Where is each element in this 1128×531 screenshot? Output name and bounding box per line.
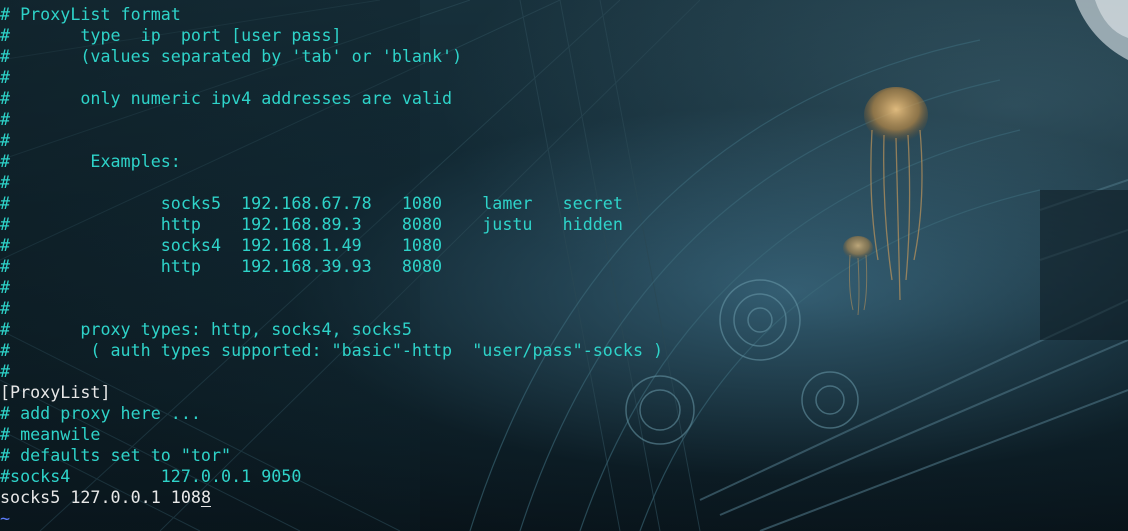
comment-line: #: [0, 172, 11, 192]
comment-line: # add proxy here ...: [0, 403, 201, 423]
comment-line: #: [0, 361, 11, 381]
comment-line: #: [0, 277, 11, 297]
jellyfish-large: [864, 87, 928, 301]
comment-line: #socks4 127.0.0.1 9050: [0, 466, 302, 486]
terminal-window[interactable]: # ProxyList format # type ip port [user p…: [0, 0, 1128, 531]
jellyfish-small: [843, 236, 873, 316]
comment-line: # type ip port [user pass]: [0, 25, 342, 45]
comment-line: # socks4 192.168.1.49 1080: [0, 235, 443, 255]
section-header-line: [ProxyList]: [0, 382, 111, 402]
comment-line: # (values separated by 'tab' or 'blank'): [0, 46, 463, 66]
current-line-text: socks5 127.0.0.1 108: [0, 487, 201, 507]
comment-line: # socks5 192.168.67.78 1080 lamer secret: [0, 193, 623, 213]
text-cursor: 8: [200, 487, 211, 507]
comment-line: # proxy types: http, socks4, socks5: [0, 319, 412, 339]
comment-line: #: [0, 130, 11, 150]
comment-line: #: [0, 109, 11, 129]
comment-line: # defaults set to "tor": [0, 445, 232, 465]
comment-line: # Examples:: [0, 151, 181, 171]
editor-buffer[interactable]: # ProxyList format # type ip port [user p…: [0, 4, 663, 529]
comment-line: #: [0, 298, 11, 318]
comment-line: # http 192.168.89.3 8080 justu hidden: [0, 214, 623, 234]
comment-line: #: [0, 67, 11, 87]
comment-line: # ProxyList format: [0, 4, 181, 24]
comment-line: # ( auth types supported: "basic"-http "…: [0, 340, 664, 360]
comment-line: # only numeric ipv4 addresses are valid: [0, 88, 453, 108]
empty-line-marker: ~: [0, 508, 11, 528]
current-line[interactable]: socks5 127.0.0.1 1088: [0, 487, 663, 508]
comment-line: # meanwile: [0, 424, 101, 444]
comment-line: # http 192.168.39.93 8080: [0, 256, 443, 276]
